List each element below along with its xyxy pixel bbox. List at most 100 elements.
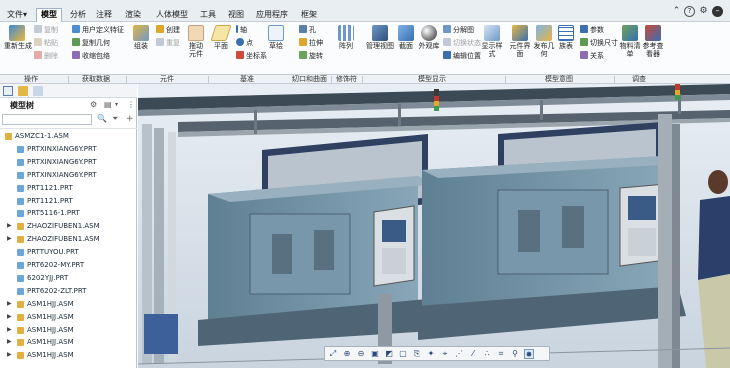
component-interface-button[interactable]: 元件界面 [509, 25, 531, 58]
tree-item[interactable]: ▶ ASM1HJJ.ASM [0, 311, 137, 323]
tree-item[interactable]: ▶ ASM1HJJ.ASM [0, 298, 137, 310]
tree-settings-icon[interactable]: ⚙ [90, 100, 99, 110]
model-tree-tab-icon[interactable] [3, 86, 13, 96]
plane-button[interactable]: 平面 [210, 25, 232, 50]
show-menu-icon[interactable]: ▤ [104, 100, 114, 110]
favorites-tab-icon[interactable] [33, 86, 43, 96]
section-button[interactable]: 截面 [397, 25, 415, 50]
axis-display-icon[interactable]: ⁄ [468, 349, 478, 359]
tree-item[interactable]: PRT6202-ZLT.PRT [0, 285, 137, 297]
sketch-button[interactable]: 草绘 [266, 25, 286, 50]
file-menu-dropdown-icon[interactable]: ▾ [23, 9, 30, 22]
filter-icon[interactable]: ⏷ [112, 114, 120, 124]
expand-arrow-icon[interactable]: ▶ [7, 298, 12, 310]
regenerate-button[interactable]: 重新生成 [4, 25, 32, 50]
show-style-button[interactable]: 显示样式 [481, 25, 503, 58]
manage-views-button[interactable]: 管理视图 [366, 25, 394, 50]
settings-icon[interactable]: ⚙ [698, 6, 709, 17]
tree-item[interactable]: PRT1121.PRT [0, 195, 137, 207]
collapse-ribbon-icon[interactable]: ⌃ [671, 6, 682, 17]
saved-orientations-icon[interactable]: ▢ [398, 349, 408, 359]
binoculars-icon[interactable]: 🔍 [97, 114, 107, 124]
toggle-status-button[interactable]: 切换状态 [443, 38, 481, 48]
delete-button[interactable]: 删除 [34, 51, 58, 61]
tree-item[interactable]: PRT1121.PRT [0, 182, 137, 194]
csys-display-icon[interactable]: ⌗ [496, 349, 506, 359]
tree-item[interactable]: ▶ ZHAOZIFUBEN1.ASM [0, 220, 137, 232]
create-button[interactable]: 创建 [156, 25, 180, 35]
tab-tools[interactable]: 工具 [196, 9, 220, 22]
group-label-datum[interactable]: 基准 [240, 75, 254, 84]
extrude-button[interactable]: 拉伸 [299, 38, 323, 48]
refit-icon[interactable]: ⤢ [328, 349, 338, 359]
group-label-operations[interactable]: 操作 [24, 75, 38, 84]
tree-item[interactable]: ▶ ASM1HJJ.ASM [0, 336, 137, 348]
group-label-cut-surface[interactable]: 切口和曲面 [292, 75, 327, 84]
expand-arrow-icon[interactable]: ▶ [7, 336, 12, 348]
graphics-viewport[interactable] [138, 84, 730, 368]
paste-button[interactable]: 粘贴 [34, 38, 58, 48]
more-options-icon[interactable]: ⋮ [127, 100, 135, 110]
tab-applications[interactable]: 应用程序 [252, 9, 292, 22]
view-manager-icon[interactable]: ⎘ [412, 349, 422, 359]
appearance-button[interactable]: 外观库 [418, 25, 440, 50]
group-label-modifiers[interactable]: 修饰符 [336, 75, 357, 84]
zoom-out-icon[interactable]: ⊖ [356, 349, 366, 359]
tree-item[interactable]: PRT6202-MY.PRT [0, 259, 137, 271]
tree-item[interactable]: PRTXINXIANG6Y.PRT [0, 169, 137, 181]
tree-item[interactable]: PRTTUYOU.PRT [0, 246, 137, 258]
repaint-icon[interactable]: ▣ [370, 349, 380, 359]
tree-search-input[interactable] [2, 114, 92, 125]
family-table-button[interactable]: 族表 [557, 25, 575, 50]
repeat-button[interactable]: 重复 [156, 38, 180, 48]
group-label-investigate[interactable]: 调查 [632, 75, 646, 84]
tab-framework[interactable]: 框架 [297, 9, 321, 22]
tree-item[interactable]: PRT5116-1.PRT [0, 207, 137, 219]
folder-browser-tab-icon[interactable] [18, 86, 28, 96]
group-label-model-display[interactable]: 模型显示 [418, 75, 446, 84]
tree-item[interactable]: 6202YJJ.PRT [0, 272, 137, 284]
axis-button[interactable]: 轴 [236, 25, 247, 35]
plane-display-icon[interactable]: ⋰ [454, 349, 464, 359]
publish-geometry-button[interactable]: 发布几何 [533, 25, 555, 58]
tab-annotate[interactable]: 注释 [92, 9, 116, 22]
drag-components-button[interactable]: 拖动元件 [186, 25, 206, 58]
tab-human-model[interactable]: 人体模型 [152, 9, 192, 22]
group-label-get-data[interactable]: 获取数据 [82, 75, 110, 84]
edit-position-button[interactable]: 编辑位置 [443, 51, 481, 61]
spin-center-icon[interactable]: ✸ [524, 349, 534, 359]
chevron-down-icon[interactable]: ▾ [115, 100, 121, 110]
expand-arrow-icon[interactable]: ▶ [7, 311, 12, 323]
shrinkwrap-button[interactable]: 收缩包络 [72, 51, 110, 61]
tab-view[interactable]: 视图 [224, 9, 248, 22]
perspective-icon[interactable]: ✦ [426, 349, 436, 359]
tree-item[interactable]: ▶ ZHAOZIFUBEN1.ASM [0, 233, 137, 245]
user-feature-button[interactable]: 用户定义特征 [72, 25, 124, 35]
help-icon[interactable]: ? [684, 6, 695, 17]
point-display-icon[interactable]: ∴ [482, 349, 492, 359]
minimize-icon[interactable]: – [712, 6, 723, 17]
add-column-icon[interactable]: + [126, 114, 134, 124]
display-style-icon[interactable]: ◩ [384, 349, 394, 359]
tab-model[interactable]: 模型 [36, 8, 62, 23]
datum-display-icon[interactable]: ⌖ [440, 349, 450, 359]
csys-button[interactable]: 坐标系 [236, 51, 267, 61]
expand-arrow-icon[interactable]: ▶ [7, 220, 12, 232]
hole-button[interactable]: 孔 [299, 25, 316, 35]
parameters-button[interactable]: 参数 [580, 25, 604, 35]
tree-item[interactable]: PRTXINXIANG6Y.PRT [0, 156, 137, 168]
tree-item[interactable]: PRTXINXIANG6Y.PRT [0, 143, 137, 155]
switch-dimensions-button[interactable]: 切换尺寸 [580, 38, 618, 48]
relations-button[interactable]: 关系 [580, 51, 604, 61]
zoom-in-icon[interactable]: ⊕ [342, 349, 352, 359]
expand-arrow-icon[interactable]: ▶ [7, 233, 12, 245]
tree-item[interactable]: ▶ ASM1HJJ.ASM [0, 324, 137, 336]
pattern-button[interactable]: 阵列 [336, 25, 356, 50]
reference-viewer-button[interactable]: 参考查看器 [642, 25, 664, 58]
group-label-components[interactable]: 元件 [160, 75, 174, 84]
expand-arrow-icon[interactable]: ▶ [7, 349, 12, 361]
revolve-button[interactable]: 旋转 [299, 51, 323, 61]
copy-button[interactable]: 复制 [34, 25, 58, 35]
copy-geometry-button[interactable]: 复制几何 [72, 38, 110, 48]
tree-item[interactable]: ASMZC1-1.ASM [0, 130, 137, 142]
